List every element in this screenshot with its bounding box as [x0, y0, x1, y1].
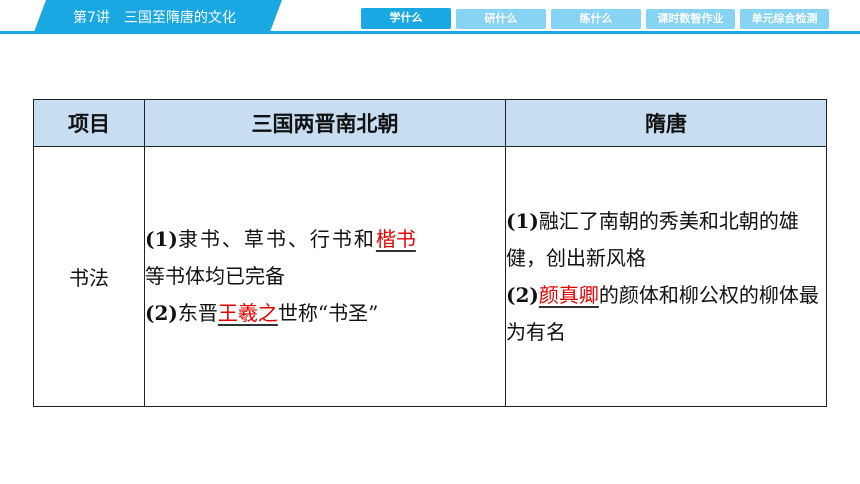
tab-homework[interactable]: 课时数智作业	[646, 9, 735, 29]
row-item-calligraphy: 书法	[33, 146, 145, 407]
lesson-name: 三国至隋唐的文化	[123, 10, 236, 26]
top-bar: 第7讲 三国至隋唐的文化 学什么 研什么 练什么 课时数智作业 单元综合检测	[0, 0, 860, 34]
header-period-2: 隋唐	[505, 99, 827, 147]
header-period-1: 三国两晋南北朝	[144, 99, 506, 147]
answer-fill: 王羲之	[217, 301, 278, 325]
cell-paragraph-2: (2)东晋王羲之世称“书圣”	[145, 295, 505, 332]
point-number: (1)	[506, 208, 539, 233]
point-number: (2)	[145, 301, 178, 325]
lesson-number: 第7讲	[73, 10, 110, 26]
cell-sui-tang: (1)融汇了南朝的秀美和北朝的雄健，创出新风格 (2)颜真卿的颜体和柳公权的柳体…	[505, 146, 827, 407]
answer-fill: 楷书	[375, 227, 416, 251]
cell-three-kingdoms: (1)隶书、草书、行书和楷书等书体均已完备 (2)东晋王羲之世称“书圣”	[144, 146, 506, 407]
point-text: 东晋	[177, 301, 218, 325]
tab-practice[interactable]: 练什么	[551, 9, 641, 29]
cell-paragraph-1: (1)融汇了南朝的秀美和北朝的雄健，创出新风格	[506, 203, 826, 277]
point-text-continued: 等书体均已完备	[145, 264, 285, 288]
table-row: 书法 (1)隶书、草书、行书和楷书 等书体均已完备 (2)东晋王羲之世称“书圣” …	[33, 146, 827, 407]
tab-unit-test[interactable]: 单元综合检测	[740, 9, 829, 29]
answer-fill: 颜真卿	[538, 282, 599, 307]
point-number: (1)	[145, 227, 178, 251]
cell-paragraph-2: (2)颜真卿的颜体和柳公权的柳体最为有名	[506, 277, 826, 351]
point-number: (2)	[506, 282, 539, 307]
header-item: 项目	[33, 99, 145, 147]
point-text-continued: 世称“书圣”	[277, 301, 379, 325]
table-header-row: 项目 三国两晋南北朝 隋唐	[33, 99, 827, 147]
tab-research[interactable]: 研什么	[456, 9, 546, 29]
point-text: 融汇了南朝的秀美和北朝的雄健，创出新风格	[506, 208, 799, 270]
tab-learn[interactable]: 学什么	[361, 8, 451, 29]
cell-paragraph-1: (1)隶书、草书、行书和楷书等书体均已完备	[145, 221, 505, 295]
lesson-title: 第7讲 三国至隋唐的文化	[73, 7, 236, 27]
culture-table: 项目 三国两晋南北朝 隋唐 书法 (1)隶书、草书、行书和楷书 等书体均已完备 (…	[33, 99, 827, 407]
header-divider	[0, 31, 860, 34]
point-text: 隶书、草书、行书和	[177, 227, 376, 251]
